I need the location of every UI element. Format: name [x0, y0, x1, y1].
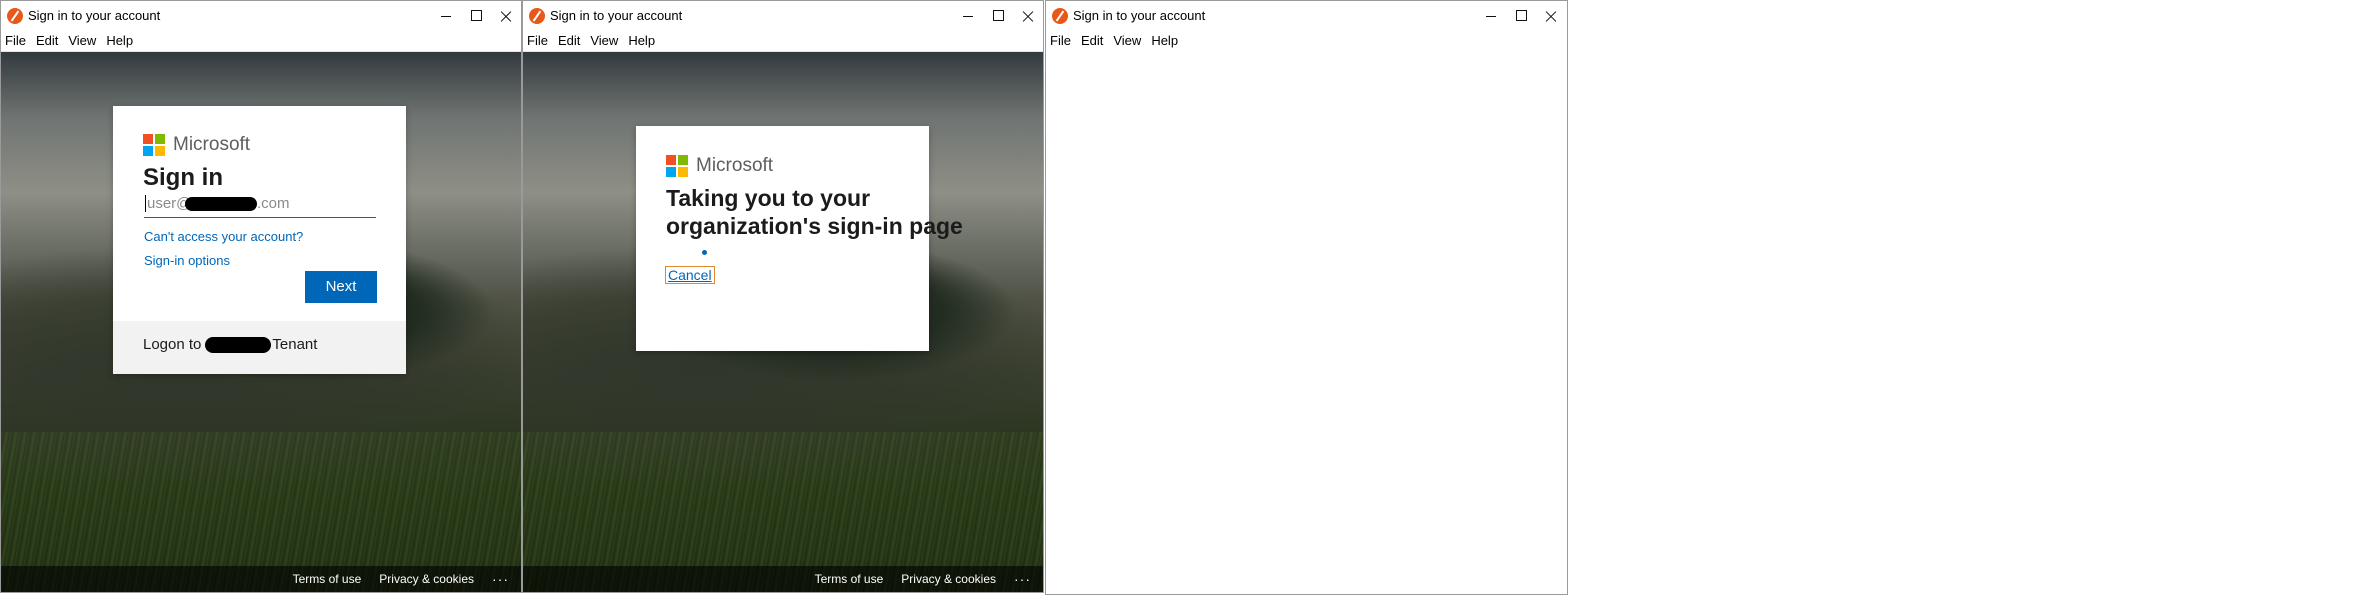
- redacted-tenant: [205, 336, 272, 353]
- next-button[interactable]: Next: [305, 271, 377, 303]
- more-options-icon[interactable]: ···: [1014, 572, 1031, 586]
- page-title: Taking you to your organization's sign-i…: [666, 185, 963, 239]
- page-title: Sign in: [143, 164, 223, 191]
- web-content: Microsoft Taking you to your organizatio…: [523, 52, 1043, 592]
- page-footer: Terms of use Privacy & cookies ···: [523, 566, 1043, 592]
- privacy-cookies-link[interactable]: Privacy & cookies: [379, 572, 474, 586]
- window-title: Sign in to your account: [1073, 8, 1206, 23]
- menu-bar: File Edit View Help: [1, 31, 521, 52]
- microsoft-logo-icon: [143, 134, 165, 156]
- menu-file[interactable]: File: [523, 31, 553, 51]
- menu-edit[interactable]: Edit: [31, 31, 63, 51]
- microsoft-logo: Microsoft: [666, 155, 773, 177]
- redirect-card: Microsoft Taking you to your organizatio…: [636, 126, 963, 351]
- title-bar[interactable]: Sign in to your account: [1046, 1, 1567, 31]
- menu-edit[interactable]: Edit: [1076, 31, 1108, 51]
- web-content: Microsoft Sign in user@ .com Can't acces…: [1, 52, 521, 592]
- redacted-domain: [185, 197, 257, 211]
- menu-view[interactable]: View: [63, 31, 101, 51]
- close-icon[interactable]: [1529, 3, 1567, 29]
- app-icon: [7, 8, 23, 24]
- close-icon[interactable]: [1006, 3, 1043, 29]
- terms-of-use-link[interactable]: Terms of use: [293, 572, 362, 586]
- menu-view[interactable]: View: [585, 31, 623, 51]
- menu-file[interactable]: File: [1, 31, 31, 51]
- cancel-button[interactable]: Cancel: [665, 266, 715, 284]
- menu-bar: File Edit View Help: [523, 31, 1043, 52]
- loading-spinner-icon: [702, 250, 707, 255]
- logo-text: Microsoft: [173, 134, 251, 155]
- page-footer: Terms of use Privacy & cookies ···: [1, 566, 521, 592]
- menu-help[interactable]: Help: [101, 31, 138, 51]
- email-field[interactable]: user@ .com: [144, 193, 376, 218]
- cant-access-link[interactable]: Can't access your account?: [144, 229, 303, 244]
- window-signin: Sign in to your account File Edit View Help…: [0, 0, 522, 593]
- tenant-suffix: Tenant: [272, 336, 318, 353]
- window-blank: Sign in to your account File Edit View Help: [1045, 0, 1568, 595]
- microsoft-logo-icon: [666, 155, 688, 177]
- menu-help[interactable]: Help: [623, 31, 660, 51]
- menu-view[interactable]: View: [1108, 31, 1146, 51]
- title-bar[interactable]: Sign in to your account: [1, 1, 521, 31]
- menu-bar: File Edit View Help: [1046, 31, 1567, 51]
- web-content-blank: [1046, 52, 1567, 594]
- window-title: Sign in to your account: [28, 8, 161, 23]
- terms-of-use-link[interactable]: Terms of use: [815, 572, 884, 586]
- privacy-cookies-link[interactable]: Privacy & cookies: [901, 572, 996, 586]
- menu-file[interactable]: File: [1046, 31, 1076, 51]
- tenant-prefix: Logon to: [143, 336, 202, 353]
- card-footer: Logon to Tenant: [113, 321, 406, 374]
- tenant-text: Logon to Tenant: [143, 336, 317, 353]
- app-icon: [1052, 8, 1068, 24]
- email-placeholder-suffix: .com: [257, 195, 290, 212]
- signin-options-link[interactable]: Sign-in options: [144, 253, 230, 268]
- window-title: Sign in to your account: [550, 8, 683, 23]
- menu-help[interactable]: Help: [1146, 31, 1183, 51]
- close-icon[interactable]: [484, 3, 521, 29]
- menu-edit[interactable]: Edit: [553, 31, 585, 51]
- logo-text: Microsoft: [696, 155, 774, 176]
- app-icon: [529, 8, 545, 24]
- signin-card: Microsoft Sign in user@ .com Can't acces…: [113, 106, 406, 374]
- microsoft-logo: Microsoft: [143, 134, 250, 156]
- more-options-icon[interactable]: ···: [492, 572, 509, 586]
- window-redirect: Sign in to your account File Edit View Help…: [522, 0, 1044, 593]
- title-bar[interactable]: Sign in to your account: [523, 1, 1043, 31]
